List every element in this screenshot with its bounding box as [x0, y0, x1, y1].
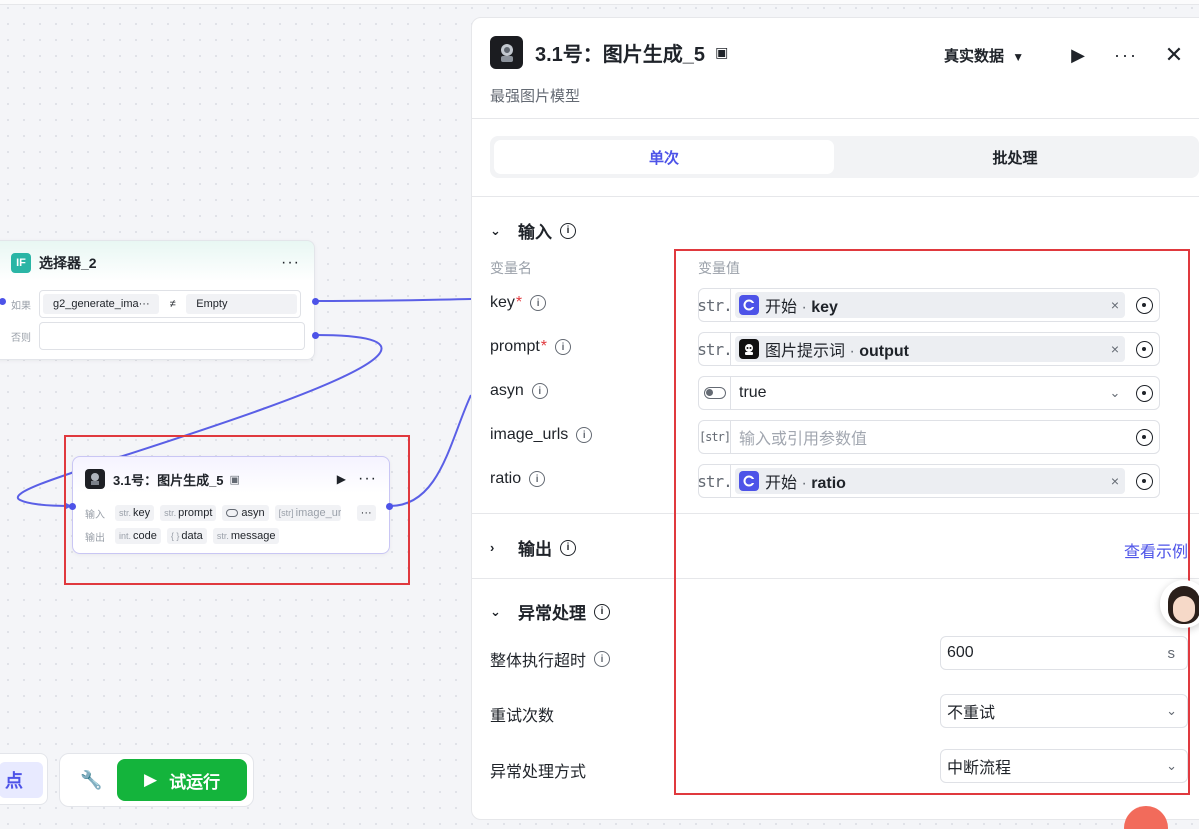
- more-icon[interactable]: ···: [1102, 45, 1150, 66]
- param-image-urls-label: image_urls i: [490, 426, 593, 444]
- plugin-store-icon[interactable]: ▣: [715, 44, 728, 61]
- close-icon[interactable]: ✕: [1150, 42, 1198, 68]
- test-run-button[interactable]: ▶ 试运行: [117, 759, 247, 801]
- tab-single[interactable]: 单次: [494, 140, 834, 174]
- play-icon: ▶: [144, 770, 158, 789]
- selector-input-port[interactable]: [0, 298, 6, 305]
- wrench-icon[interactable]: 🔧: [66, 770, 117, 791]
- input-section-title: 输入: [518, 223, 552, 242]
- output-section-header[interactable]: › 输出 i: [490, 535, 576, 560]
- operator: ≠: [169, 298, 176, 310]
- else-output-port[interactable]: [312, 332, 319, 339]
- highlight-box-values: [674, 249, 1190, 795]
- run-icon[interactable]: ▶: [1054, 45, 1102, 66]
- selector-node[interactable]: IF 选择器_2 ··· 如果 g2_generate_ima··· ≠ Emp…: [0, 240, 319, 360]
- run-toolbar: 🔧 ▶ 试运行: [59, 753, 254, 807]
- add-node-button[interactable]: 点: [0, 762, 43, 798]
- chevron-down-icon: ⌄: [490, 603, 501, 619]
- info-icon: i: [594, 603, 610, 620]
- test-run-label: 试运行: [169, 772, 221, 792]
- info-icon: i: [560, 222, 576, 239]
- if-left-operand: g2_generate_ima···: [43, 294, 159, 314]
- selector-more-button[interactable]: ···: [281, 254, 300, 272]
- param-ratio-label: ratio i: [490, 470, 546, 488]
- chevron-right-icon: ›: [490, 540, 495, 555]
- param-key-label: key * i: [490, 294, 547, 312]
- error-section-header[interactable]: ⌄ 异常处理 i: [490, 599, 610, 624]
- input-section-header[interactable]: ⌄ 输入 i: [490, 218, 576, 243]
- output-section-title: 输出: [518, 540, 552, 559]
- panel-title: 3.1号：图片生成_5: [535, 44, 706, 66]
- highlight-box-node: [64, 435, 410, 585]
- chevron-down-icon: ⌄: [490, 222, 501, 238]
- error-section-title: 异常处理: [518, 604, 586, 623]
- info-icon: i: [594, 651, 611, 667]
- param-prompt-label: prompt * i: [490, 338, 572, 356]
- param-asyn-label: asyn i: [490, 382, 548, 400]
- info-icon: i: [576, 427, 593, 443]
- if-condition[interactable]: g2_generate_ima··· ≠ Empty: [39, 290, 301, 318]
- panel-subtitle: 最强图片模型: [490, 88, 581, 105]
- mode-tabs: 单次 批处理: [490, 136, 1199, 178]
- info-icon: i: [529, 471, 546, 487]
- selector-node-title: 选择器_2: [39, 255, 97, 271]
- error-method-label: 异常处理方式: [490, 764, 587, 781]
- plugin-avatar-icon: [490, 36, 523, 69]
- retry-label: 重试次数: [490, 708, 555, 725]
- else-condition[interactable]: [39, 322, 305, 350]
- info-icon: i: [531, 383, 548, 399]
- else-label: 否则: [11, 332, 31, 344]
- data-mode-select[interactable]: 真实数据 ▼: [944, 45, 1054, 66]
- info-icon: i: [555, 339, 572, 355]
- if-right-operand: Empty: [186, 294, 297, 314]
- info-icon: i: [560, 539, 576, 556]
- if-output-port[interactable]: [312, 298, 319, 305]
- if-icon: IF: [11, 253, 31, 273]
- if-label: 如果: [11, 300, 31, 312]
- timeout-label: 整体执行超时 i: [490, 647, 611, 671]
- col-var-name: 变量名: [490, 260, 532, 276]
- tab-batch[interactable]: 批处理: [834, 140, 1196, 174]
- info-icon: i: [530, 295, 547, 311]
- add-node-toolbar[interactable]: 点: [0, 753, 48, 805]
- caret-down-icon: ▼: [1012, 49, 1025, 64]
